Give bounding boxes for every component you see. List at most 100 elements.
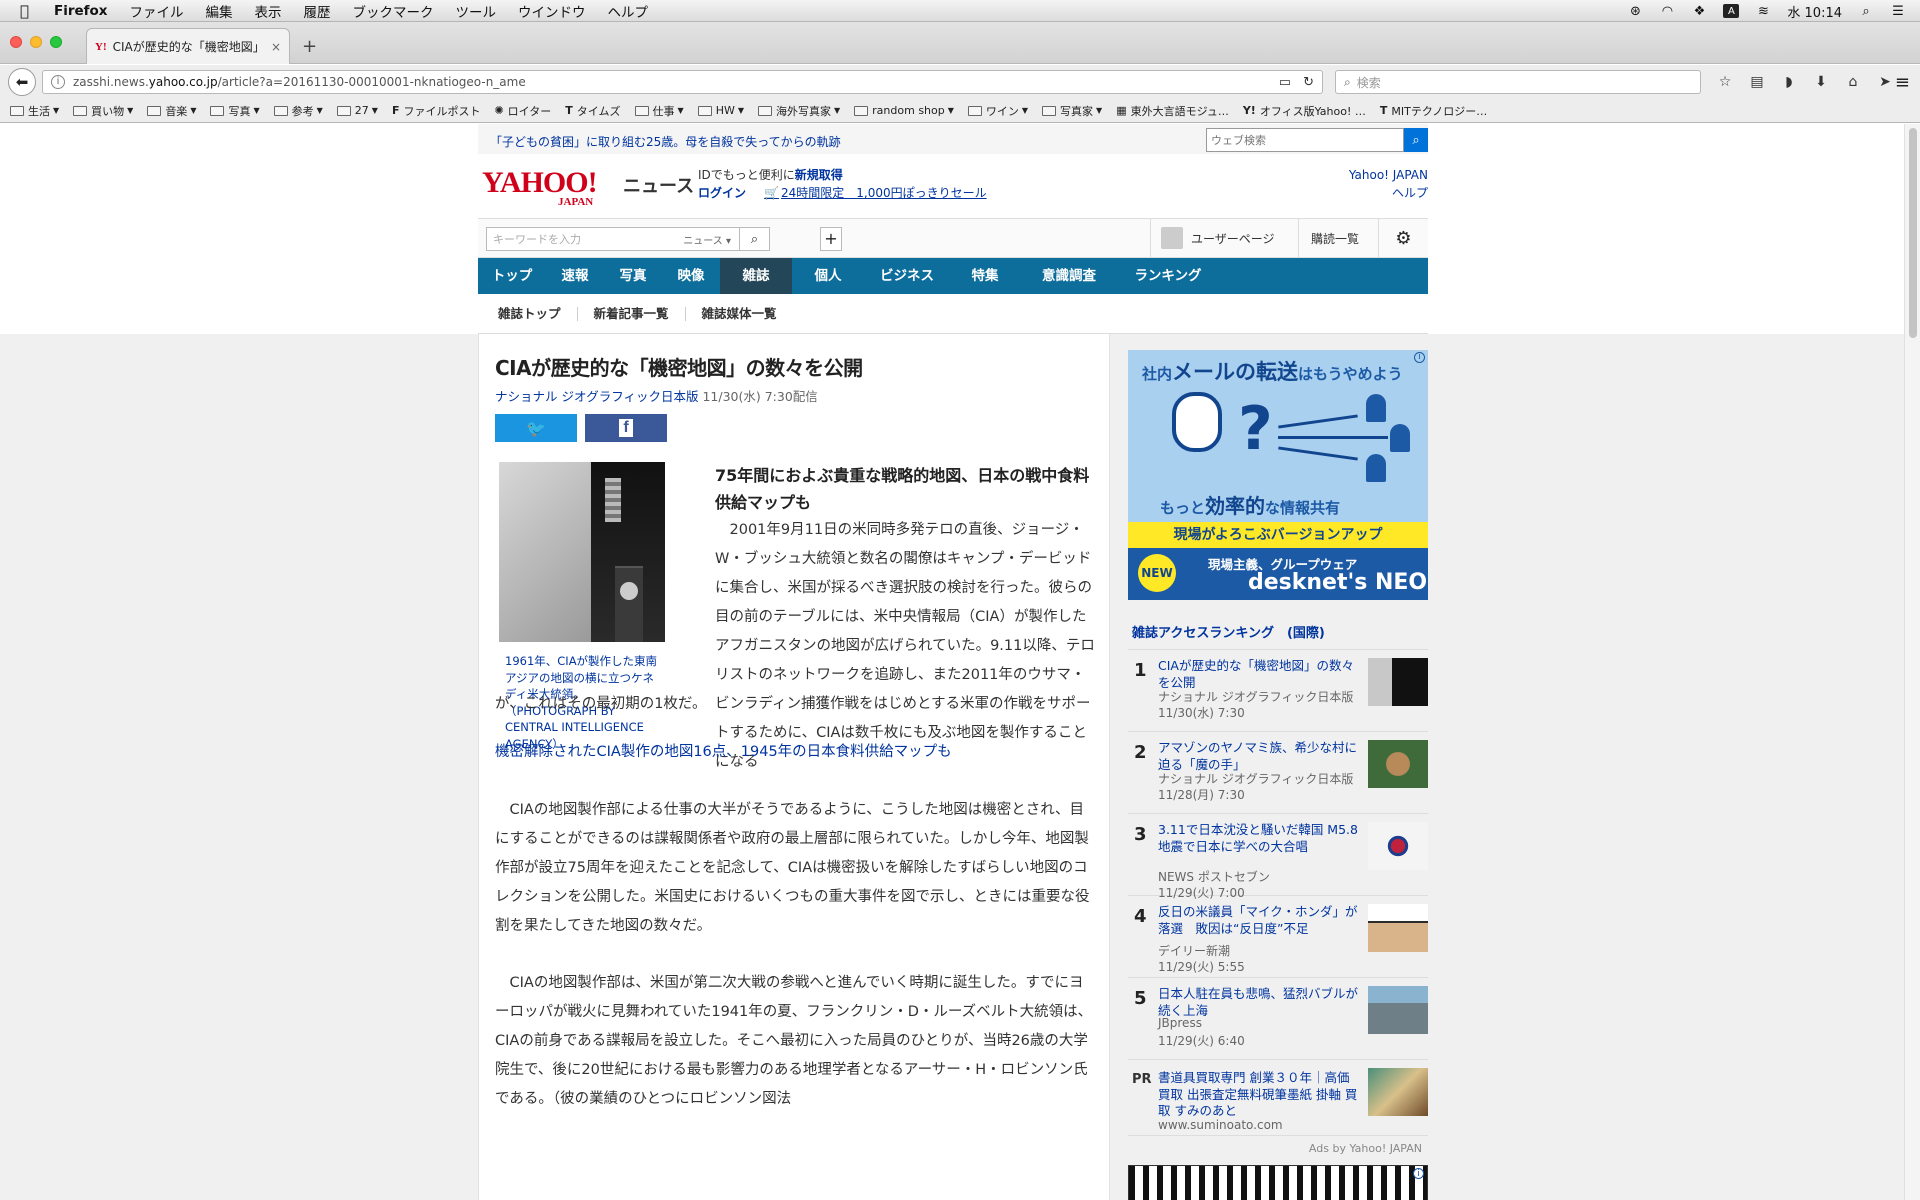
bookmark-site-16[interactable]: Y! オフィス版Yahoo! …	[1243, 103, 1366, 119]
menu-tools[interactable]: ツール	[456, 1, 497, 21]
gnav-tab-7[interactable]: 特集	[950, 258, 1020, 294]
menu-history[interactable]: 履歴	[304, 1, 331, 21]
subnav-item-0[interactable]: 雑誌トップ	[498, 306, 578, 321]
back-button[interactable]: ⬅	[8, 68, 36, 96]
ranking-item[interactable]: 4 反日の米議員「マイク・ホンダ」が落選 敗因は“反日度”不足 デイリー新潮 11/2…	[1128, 896, 1428, 978]
bookmark-site-6[interactable]: F ファイルポスト	[392, 103, 481, 119]
close-window-button[interactable]	[10, 36, 22, 48]
twitter-share-button[interactable]: 🐦	[495, 414, 577, 442]
input-method-icon[interactable]: A	[1723, 4, 1740, 18]
bookmark-site-15[interactable]: ▦ 東外大言語モジュ…	[1116, 103, 1229, 119]
dropbox-icon[interactable]: ❖	[1691, 4, 1707, 19]
menu-help[interactable]: ヘルプ	[608, 1, 649, 21]
bookmark-folder-0[interactable]: 生活 ▼	[10, 103, 59, 119]
send-tab-icon[interactable]: ➤	[1875, 74, 1895, 90]
subnav-item-1[interactable]: 新着記事一覧	[594, 306, 686, 321]
ranking-title-link[interactable]: 3.11で日本沈没と騒いだ韓国 M5.8地震で日本に学べの大合唱	[1158, 822, 1358, 855]
zoom-window-button[interactable]	[50, 36, 62, 48]
scrollbar-thumb[interactable]	[1909, 128, 1917, 338]
register-link[interactable]: 新規取得	[795, 168, 843, 182]
login-link[interactable]: ログイン	[698, 186, 746, 200]
reload-icon[interactable]: ↻	[1303, 75, 1314, 90]
keyword-search-button[interactable]: ⌕	[739, 228, 769, 250]
gnav-tab-4[interactable]: 雑誌	[720, 258, 792, 294]
bookmark-folder-3[interactable]: 写真 ▼	[210, 103, 260, 119]
article-photo[interactable]	[499, 462, 665, 642]
ranking-title-link[interactable]: CIAが歴史的な「機密地図」の数々を公開	[1158, 658, 1358, 691]
gnav-tab-0[interactable]: トップ	[478, 258, 546, 294]
browser-tab-active[interactable]: Y! CIAが歴史的な「機密地図」… ×	[86, 28, 290, 64]
pr-title-link[interactable]: 書道具買取専門 創業３０年｜高価買取 出張査定無料硯筆墨紙 掛軸 買取 すみのあ…	[1158, 1070, 1358, 1120]
bookmark-folder-2[interactable]: 音楽 ▼	[147, 103, 196, 119]
ranking-title-link[interactable]: アマゾンのヤノマミ族、希少な村に迫る「魔の手」	[1158, 740, 1358, 773]
bookmark-folder-1[interactable]: 買い物 ▼	[73, 103, 133, 119]
gnav-tab-2[interactable]: 写真	[604, 258, 662, 294]
ranking-item[interactable]: 2 アマゾンのヤノマミ族、希少な村に迫る「魔の手」 ナショナル ジオグラフィック日本…	[1128, 732, 1428, 814]
hamburger-menu-icon[interactable]: ≡	[1895, 72, 1910, 93]
bookmark-folder-11[interactable]: 海外写真家 ▼	[758, 103, 840, 119]
ranking-item[interactable]: 3 3.11で日本沈没と騒いだ韓国 M5.8地震で日本に学べの大合唱 NEWS ポス…	[1128, 814, 1428, 900]
related-maps-link[interactable]: 機密解除されたCIA製作の地図16点、1945年の日本食料供給マップも	[495, 740, 952, 761]
bookmark-folder-13[interactable]: ワイン ▼	[967, 103, 1028, 119]
gnav-tab-3[interactable]: 映像	[662, 258, 720, 294]
web-search-input[interactable]	[1206, 128, 1404, 152]
menu-bookmarks[interactable]: ブックマーク	[353, 1, 434, 21]
yahoo-japan-logo[interactable]: YAHOO! JAPAN	[482, 166, 598, 208]
wifi-sync-icon[interactable]: ◠	[1659, 4, 1675, 19]
bookmark-folder-4[interactable]: 参考 ▼	[273, 103, 323, 119]
add-button[interactable]: +	[820, 227, 842, 251]
notification-center-icon[interactable]: ☰	[1890, 4, 1906, 19]
news-logo-text[interactable]: ニュース	[623, 172, 694, 198]
bookmark-folder-12[interactable]: random shop ▼	[854, 104, 954, 117]
keyword-search-input[interactable]: キーワードを入力 ニュース ▾ ⌕	[486, 227, 770, 251]
manga-ad-banner[interactable]: i	[1128, 1165, 1428, 1200]
bookmark-folder-9[interactable]: 仕事 ▼	[634, 103, 684, 119]
apple-menu-icon[interactable]: 	[20, 2, 40, 20]
gnav-tab-9[interactable]: ランキング	[1118, 258, 1218, 294]
yahoo-japan-link[interactable]: Yahoo! JAPAN	[1349, 166, 1428, 184]
gnav-tab-6[interactable]: ビジネス	[864, 258, 950, 294]
address-bar[interactable]: i zasshi.news.yahoo.co.jp/article?a=2016…	[42, 70, 1323, 94]
page-scrollbar[interactable]	[1904, 124, 1920, 1200]
settings-gear-icon[interactable]: ⚙	[1378, 219, 1428, 257]
downloads-icon[interactable]: ⬇	[1811, 74, 1831, 90]
ranking-item[interactable]: 5 日本人駐在員も悲鳴、猛烈バブルが続く上海 JBpress 11/29(火) 6:4…	[1128, 978, 1428, 1060]
menu-app-firefox[interactable]: Firefox	[54, 3, 108, 19]
ranking-title[interactable]: 雑誌アクセスランキング (国際)	[1128, 622, 1428, 650]
bookmarks-list-icon[interactable]: ▤	[1747, 74, 1767, 90]
ad-info-icon[interactable]: i	[1413, 1168, 1424, 1179]
facebook-share-button[interactable]: f	[585, 414, 667, 442]
address-url[interactable]: zasshi.news.yahoo.co.jp/article?a=201611…	[73, 75, 1267, 89]
top-notice-link[interactable]: 「子どもの貧困」に取り組む25歳。母を自殺で失ってからの軌跡	[490, 133, 841, 150]
home-icon[interactable]: ⌂	[1843, 74, 1863, 90]
ranking-title-link[interactable]: 日本人駐在員も悲鳴、猛烈バブルが続く上海	[1158, 986, 1358, 1019]
bookmark-site-17[interactable]: T MITテクノロジー…	[1380, 103, 1487, 119]
reader-view-icon[interactable]: ▭	[1279, 75, 1291, 90]
user-page-link[interactable]: ユーザーページ	[1150, 219, 1275, 257]
search-scope-select[interactable]: ニュース ▾	[683, 232, 731, 247]
article-source-link[interactable]: ナショナル ジオグラフィック日本版	[495, 389, 698, 404]
desknets-ad-banner[interactable]: i 社内メールの転送はもうやめよう ? もっと効率的な情報共有 現場がよろこぶバ…	[1128, 350, 1428, 600]
subscriptions-link[interactable]: 購読一覧	[1298, 219, 1359, 257]
new-tab-button[interactable]: +	[302, 36, 317, 57]
site-info-icon[interactable]: i	[51, 75, 65, 89]
sale-link[interactable]: 🛒 24時間限定 1,000円ぽっきりセール	[764, 186, 987, 200]
bookmark-folder-14[interactable]: 写真家 ▼	[1042, 103, 1102, 119]
menu-edit[interactable]: 編集	[206, 1, 233, 21]
close-tab-icon[interactable]: ×	[271, 40, 281, 54]
bookmark-site-8[interactable]: T タイムズ	[565, 103, 620, 119]
menu-view[interactable]: 表示	[255, 1, 282, 21]
bookmark-folder-5[interactable]: 27 ▼	[336, 104, 378, 117]
menubar-clock[interactable]: 水 10:14	[1787, 2, 1842, 21]
bookmark-site-7[interactable]: ✺ ロイター	[494, 103, 551, 119]
web-search-button[interactable]: ⌕	[1404, 128, 1428, 152]
help-link[interactable]: ヘルプ	[1349, 184, 1428, 202]
ad-info-icon[interactable]: i	[1414, 352, 1425, 363]
wifi-icon[interactable]: ≋	[1755, 4, 1771, 19]
menu-file[interactable]: ファイル	[130, 1, 184, 21]
ranking-item[interactable]: 1 CIAが歴史的な「機密地図」の数々を公開 ナショナル ジオグラフィック日本版 11…	[1128, 650, 1428, 732]
browser-search-bar[interactable]: ⌕ 検索	[1335, 70, 1701, 94]
minimize-window-button[interactable]	[30, 36, 42, 48]
bookmark-star-icon[interactable]: ☆	[1715, 74, 1735, 90]
creative-cloud-icon[interactable]: ⊛	[1627, 4, 1643, 19]
